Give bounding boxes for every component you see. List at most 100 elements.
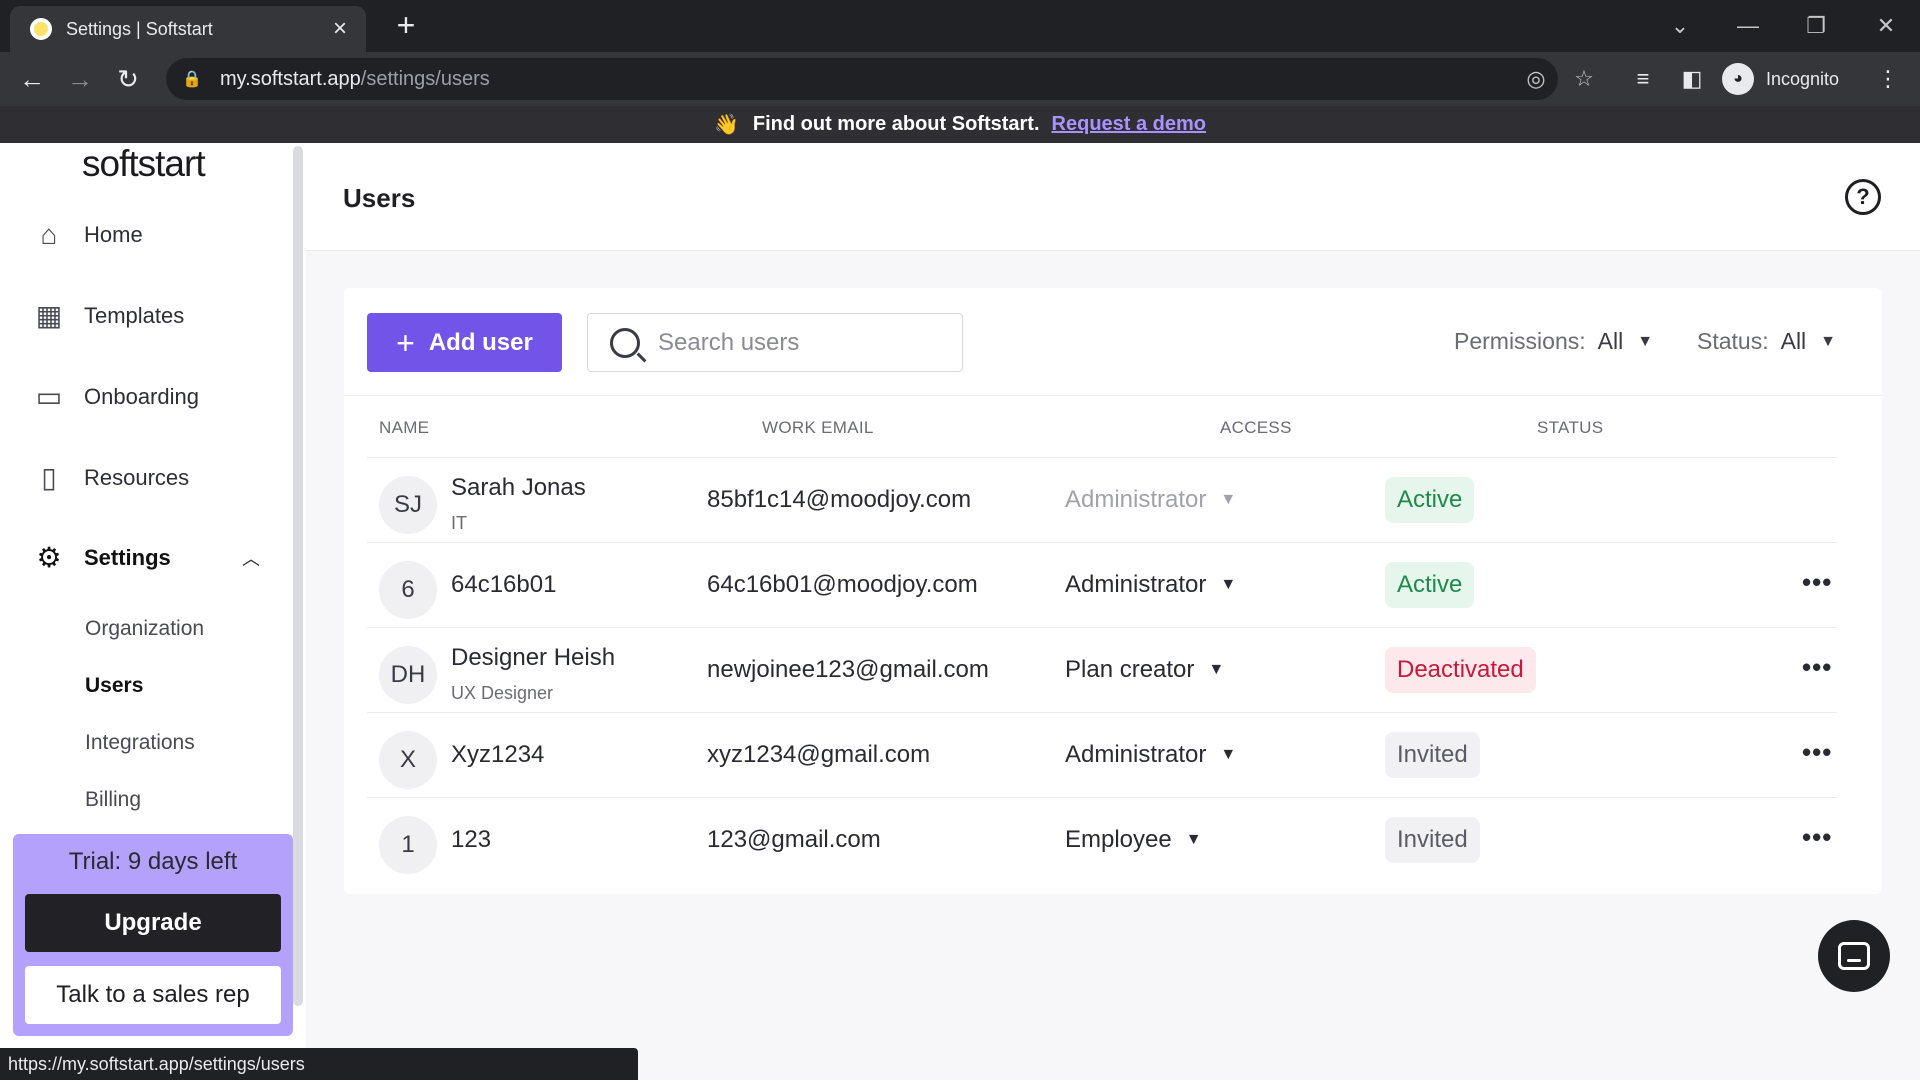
status-filter[interactable]: Status: All ▼ — [1697, 328, 1836, 355]
sidebar-item-home[interactable]: ⌂ Home — [0, 203, 290, 267]
announcement-message: Find out more about Softstart. — [752, 113, 1040, 135]
chevron-up-icon[interactable]: ︿ — [242, 545, 260, 571]
user-email: 85bf1c14@moodjoy.com — [707, 486, 972, 513]
browser-tab-bar: Settings | Softstart × + ⌄ — ❐ ✕ — [0, 0, 1920, 52]
user-name: Designer Heish — [451, 644, 616, 671]
close-tab-icon[interactable]: × — [328, 15, 352, 43]
more-options-icon[interactable]: ••• — [1802, 567, 1832, 598]
more-options-icon[interactable]: ••• — [1802, 822, 1832, 853]
lock-icon: 🔒 — [182, 71, 202, 88]
side-panel-icon[interactable]: ◧ — [1674, 61, 1710, 97]
sidebar-subitem-integrations[interactable]: Integrations — [85, 731, 195, 755]
add-user-button[interactable]: + Add user — [367, 313, 562, 372]
wave-icon: 👋 — [713, 114, 739, 136]
announcement-bar: 👋 Find out more about Softstart. Request… — [0, 106, 1920, 143]
table-row[interactable]: SJ Sarah Jonas IT 85bf1c14@moodjoy.com A… — [367, 457, 1837, 542]
avatar: 6 — [379, 561, 437, 619]
column-header-status[interactable]: STATUS — [1537, 418, 1603, 438]
table-row[interactable]: 6 64c16b01 64c16b01@moodjoy.com Administ… — [367, 542, 1837, 627]
column-header-email[interactable]: WORK EMAIL — [762, 418, 874, 438]
permissions-filter[interactable]: Permissions: All ▼ — [1454, 328, 1653, 355]
access-dropdown[interactable]: Plan creator ▼ — [1065, 656, 1224, 684]
access-dropdown[interactable]: Employee ▼ — [1065, 826, 1202, 854]
address-bar[interactable]: 🔒 my.softstart.app/settings/users — [166, 58, 1558, 100]
search-box[interactable] — [587, 313, 963, 372]
back-icon[interactable]: ← — [14, 61, 50, 97]
incognito-profile[interactable]: ◕ Incognito — [1722, 61, 1839, 97]
access-value: Administrator — [1065, 571, 1207, 598]
table-row[interactable]: DH Designer Heish UX Designer newjoinee1… — [367, 627, 1837, 712]
tracking-blocked-icon[interactable]: ◎ — [1518, 58, 1554, 100]
incognito-label: Incognito — [1766, 68, 1840, 89]
table-row[interactable]: 1 123 123@gmail.com Employee ▼ Invited •… — [367, 797, 1837, 882]
more-options-icon[interactable]: ••• — [1802, 652, 1832, 683]
table-row[interactable]: X Xyz1234 xyz1234@gmail.com Administrato… — [367, 712, 1837, 797]
status-filter-label: Status: — [1697, 328, 1769, 354]
access-value: Administrator — [1065, 486, 1207, 513]
sidebar-item-label: Templates — [84, 303, 185, 328]
gear-icon: ⚙ — [36, 542, 62, 573]
minimize-icon[interactable]: — — [1728, 8, 1768, 44]
sidebar-scrollbar[interactable] — [293, 146, 303, 1006]
help-icon[interactable]: ? — [1845, 179, 1881, 215]
sidebar-item-templates[interactable]: ▦ Templates — [0, 284, 290, 348]
new-tab-icon[interactable]: + — [388, 8, 424, 44]
column-header-name[interactable]: NAME — [379, 418, 429, 438]
search-icon — [610, 327, 640, 358]
status-badge: Invited — [1385, 732, 1480, 778]
sidebar-subitem-organization[interactable]: Organization — [85, 617, 204, 641]
sidebar-item-onboarding[interactable]: ▭ Onboarding — [0, 365, 290, 429]
status-badge: Deactivated — [1385, 647, 1536, 693]
link-hover-status: https://my.softstart.app/settings/users — [0, 1048, 638, 1080]
user-email: 64c16b01@moodjoy.com — [707, 571, 978, 598]
user-name: 64c16b01 — [451, 571, 557, 598]
avatar: X — [379, 731, 437, 789]
talk-to-sales-button[interactable]: Talk to a sales rep — [25, 966, 281, 1024]
tab-search-icon[interactable]: ⌄ — [1660, 8, 1700, 44]
avatar: SJ — [379, 476, 437, 534]
sidebar-item-label: Resources — [84, 465, 190, 490]
close-window-icon[interactable]: ✕ — [1866, 8, 1906, 44]
sidebar-item-label: Onboarding — [84, 384, 199, 409]
avatar: 1 — [379, 816, 437, 874]
search-input[interactable] — [658, 328, 958, 357]
upgrade-button[interactable]: Upgrade — [25, 894, 281, 952]
sidebar-item-label: Settings — [84, 545, 171, 570]
bookmark-star-icon[interactable]: ☆ — [1566, 58, 1602, 100]
url-host: my.softstart.app — [220, 67, 361, 90]
chevron-down-icon: ▼ — [1220, 576, 1237, 593]
permissions-filter-value: All — [1597, 328, 1624, 354]
add-user-label: Add user — [428, 328, 533, 356]
tab-title: Settings | Softstart — [66, 18, 213, 39]
chat-launcher-button[interactable] — [1818, 920, 1890, 992]
chevron-down-icon: ▼ — [1820, 332, 1837, 350]
access-dropdown[interactable]: Administrator ▼ — [1065, 741, 1236, 769]
browser-menu-icon[interactable]: ⋮ — [1870, 61, 1906, 97]
request-demo-link[interactable]: Request a demo — [1052, 113, 1206, 136]
access-dropdown[interactable]: Administrator ▼ — [1065, 571, 1236, 599]
user-email: newjoinee123@gmail.com — [707, 656, 989, 683]
column-header-access[interactable]: ACCESS — [1220, 418, 1292, 438]
favicon-icon — [30, 18, 52, 40]
incognito-icon: ◕ — [1722, 63, 1754, 95]
status-badge: Active — [1385, 562, 1475, 608]
users-toolbar: + Add user Permissions: All ▼ Status: Al… — [344, 288, 1882, 396]
more-options-icon[interactable]: ••• — [1802, 737, 1832, 768]
templates-icon: ▦ — [35, 300, 63, 331]
media-control-icon[interactable]: ≡ — [1625, 61, 1661, 97]
sidebar-subitem-users[interactable]: Users — [85, 674, 143, 698]
access-value: Administrator — [1065, 741, 1207, 768]
sidebar-item-settings[interactable]: ⚙ Settings ︿ — [0, 526, 290, 590]
user-email: xyz1234@gmail.com — [707, 741, 931, 768]
trial-panel: Trial: 9 days left Upgrade Talk to a sal… — [13, 834, 293, 1036]
restore-icon[interactable]: ❐ — [1796, 8, 1836, 44]
sidebar-subitem-billing[interactable]: Billing — [85, 788, 141, 812]
reload-icon[interactable]: ↻ — [110, 61, 146, 97]
chevron-down-icon: ▼ — [1208, 661, 1225, 678]
access-dropdown[interactable]: Administrator ▼ — [1065, 486, 1236, 514]
user-name: Sarah Jonas — [451, 474, 586, 501]
logo[interactable]: softstart — [82, 143, 206, 185]
browser-tab[interactable]: Settings | Softstart × — [10, 6, 366, 52]
forward-icon[interactable]: → — [62, 61, 98, 97]
sidebar-item-resources[interactable]: ▯ Resources — [0, 446, 290, 510]
